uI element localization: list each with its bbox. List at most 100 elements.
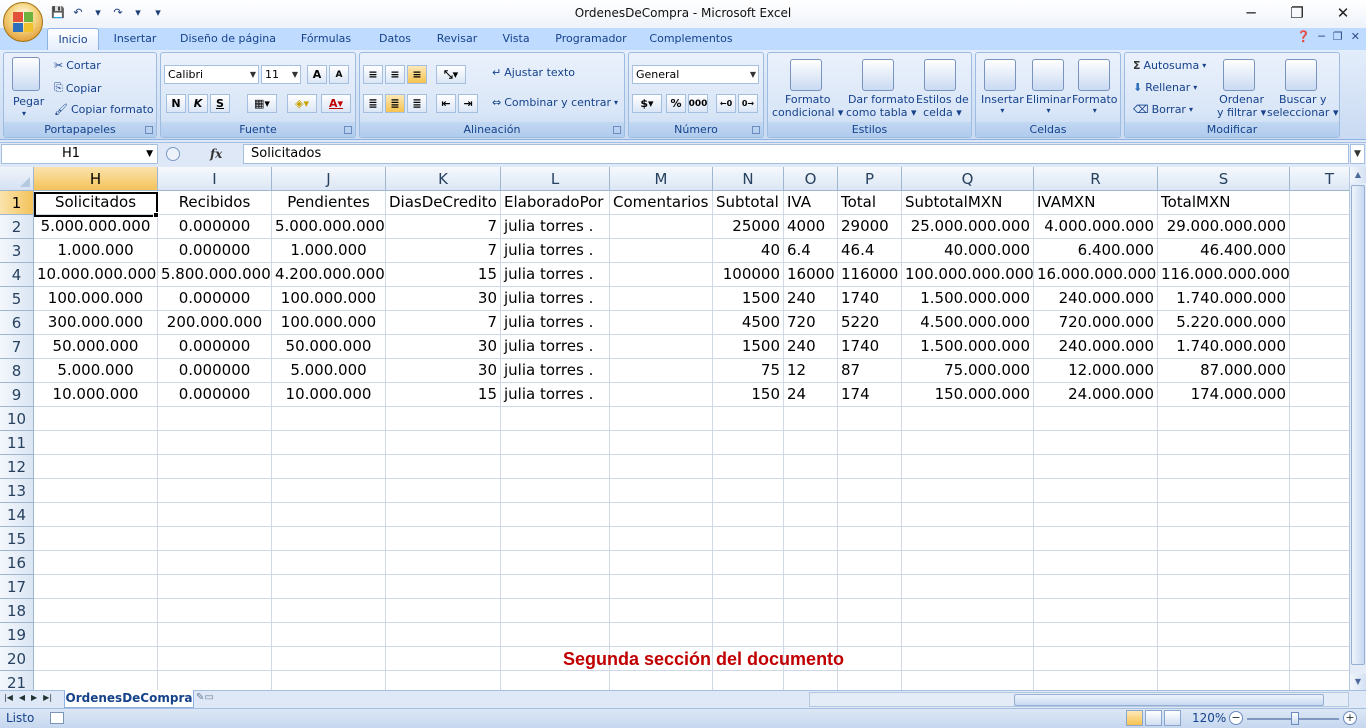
cell-s16[interactable] [1158, 551, 1290, 575]
row-header-6[interactable]: 6 [0, 311, 34, 335]
cell-r5[interactable]: 240.000.000 [1034, 287, 1158, 311]
cell-q21[interactable] [902, 671, 1034, 690]
row-header-18[interactable]: 18 [0, 599, 34, 623]
cell-r3[interactable]: 6.400.000 [1034, 239, 1158, 263]
cell-l6[interactable]: julia torres . [501, 311, 610, 335]
cell-r11[interactable] [1034, 431, 1158, 455]
cell-o3[interactable]: 6.4 [784, 239, 838, 263]
cell-r16[interactable] [1034, 551, 1158, 575]
cell-m9[interactable] [610, 383, 713, 407]
cell-o14[interactable] [784, 503, 838, 527]
row-header-2[interactable]: 2 [0, 215, 34, 239]
cell-j10[interactable] [272, 407, 386, 431]
thousands-button[interactable]: 000 [688, 94, 708, 113]
cell-i17[interactable] [158, 575, 272, 599]
cell-l21[interactable] [501, 671, 610, 690]
number-format-combo[interactable]: General ▼ [632, 65, 759, 84]
macro-record-icon[interactable] [50, 712, 64, 724]
row-header-5[interactable]: 5 [0, 287, 34, 311]
cell-t16[interactable] [1290, 551, 1349, 575]
increase-decimal-icon[interactable]: ←0 [716, 94, 736, 113]
cell-k6[interactable]: 7 [386, 311, 501, 335]
cell-t3[interactable] [1290, 239, 1349, 263]
cell-n5[interactable]: 1500 [713, 287, 784, 311]
cell-n12[interactable] [713, 455, 784, 479]
paste-button[interactable]: Pegar [13, 95, 44, 108]
cell-o8[interactable]: 12 [784, 359, 838, 383]
find-select-button[interactable]: Buscar y seleccionar ▾ [1267, 93, 1338, 119]
cell-t20[interactable] [1290, 647, 1349, 671]
cell-j1[interactable]: Pendientes [272, 191, 386, 215]
cell-r9[interactable]: 24.000.000 [1034, 383, 1158, 407]
zoom-level[interactable]: 120% [1192, 711, 1226, 725]
cell-l13[interactable] [501, 479, 610, 503]
column-header-m[interactable]: M [610, 167, 713, 191]
cell-q6[interactable]: 4.500.000.000 [902, 311, 1034, 335]
cell-q10[interactable] [902, 407, 1034, 431]
normal-view-icon[interactable] [1126, 710, 1143, 726]
cell-t8[interactable] [1290, 359, 1349, 383]
cell-o10[interactable] [784, 407, 838, 431]
align-top-icon[interactable]: ≡ [363, 65, 383, 84]
merge-center-button[interactable]: ⇔ Combinar y centrar ▾ [492, 96, 618, 109]
row-header-15[interactable]: 15 [0, 527, 34, 551]
dialog-launcher-icon[interactable] [613, 126, 621, 134]
cell-h21[interactable] [34, 671, 158, 690]
cell-m15[interactable] [610, 527, 713, 551]
cell-i21[interactable] [158, 671, 272, 690]
cell-h15[interactable] [34, 527, 158, 551]
grow-font-button[interactable]: A [307, 65, 327, 84]
cell-t12[interactable] [1290, 455, 1349, 479]
cell-k5[interactable]: 30 [386, 287, 501, 311]
cell-s6[interactable]: 5.220.000.000 [1158, 311, 1290, 335]
format-painter-button[interactable]: 🖌 Copiar formato [54, 103, 154, 116]
cell-styles-button[interactable]: Estilos de celda ▾ [916, 93, 969, 119]
row-header-21[interactable]: 21 [0, 671, 34, 690]
cell-s18[interactable] [1158, 599, 1290, 623]
cell-o9[interactable]: 24 [784, 383, 838, 407]
cell-t4[interactable] [1290, 263, 1349, 287]
cell-l15[interactable] [501, 527, 610, 551]
cell-k19[interactable] [386, 623, 501, 647]
cell-k15[interactable] [386, 527, 501, 551]
column-header-r[interactable]: R [1034, 167, 1158, 191]
cell-q18[interactable] [902, 599, 1034, 623]
cell-j7[interactable]: 50.000.000 [272, 335, 386, 359]
cell-i4[interactable]: 5.800.000.000 [158, 263, 272, 287]
cell-m14[interactable] [610, 503, 713, 527]
cell-s17[interactable] [1158, 575, 1290, 599]
row-header-4[interactable]: 4 [0, 263, 34, 287]
tab-programador[interactable]: Programador [548, 28, 634, 50]
doc-minimize-icon[interactable]: ─ [1318, 30, 1325, 43]
cell-r4[interactable]: 16.000.000.000 [1034, 263, 1158, 287]
dialog-launcher-icon[interactable] [145, 126, 153, 134]
vertical-scroll-thumb[interactable] [1351, 185, 1365, 665]
cell-t13[interactable] [1290, 479, 1349, 503]
cell-p13[interactable] [838, 479, 902, 503]
next-sheet-icon[interactable]: ▶ [31, 693, 37, 702]
cell-j6[interactable]: 100.000.000 [272, 311, 386, 335]
cell-h14[interactable] [34, 503, 158, 527]
cell-q15[interactable] [902, 527, 1034, 551]
conditional-format-icon[interactable] [790, 59, 822, 91]
tab-vista[interactable]: Vista [494, 28, 538, 50]
cell-o19[interactable] [784, 623, 838, 647]
fill-handle[interactable] [153, 212, 159, 218]
cell-m6[interactable] [610, 311, 713, 335]
cell-m1[interactable]: Comentarios [610, 191, 713, 215]
cell-s20[interactable] [1158, 647, 1290, 671]
cell-m12[interactable] [610, 455, 713, 479]
cell-h10[interactable] [34, 407, 158, 431]
cell-s3[interactable]: 46.400.000 [1158, 239, 1290, 263]
cell-o7[interactable]: 240 [784, 335, 838, 359]
cell-t18[interactable] [1290, 599, 1349, 623]
cell-q1[interactable]: SubtotalMXN [902, 191, 1034, 215]
format-table-icon[interactable] [862, 59, 894, 91]
cell-t2[interactable] [1290, 215, 1349, 239]
cell-i3[interactable]: 0.000000 [158, 239, 272, 263]
cell-s13[interactable] [1158, 479, 1290, 503]
cell-r7[interactable]: 240.000.000 [1034, 335, 1158, 359]
row-header-8[interactable]: 8 [0, 359, 34, 383]
cell-s8[interactable]: 87.000.000 [1158, 359, 1290, 383]
cell-i20[interactable] [158, 647, 272, 671]
